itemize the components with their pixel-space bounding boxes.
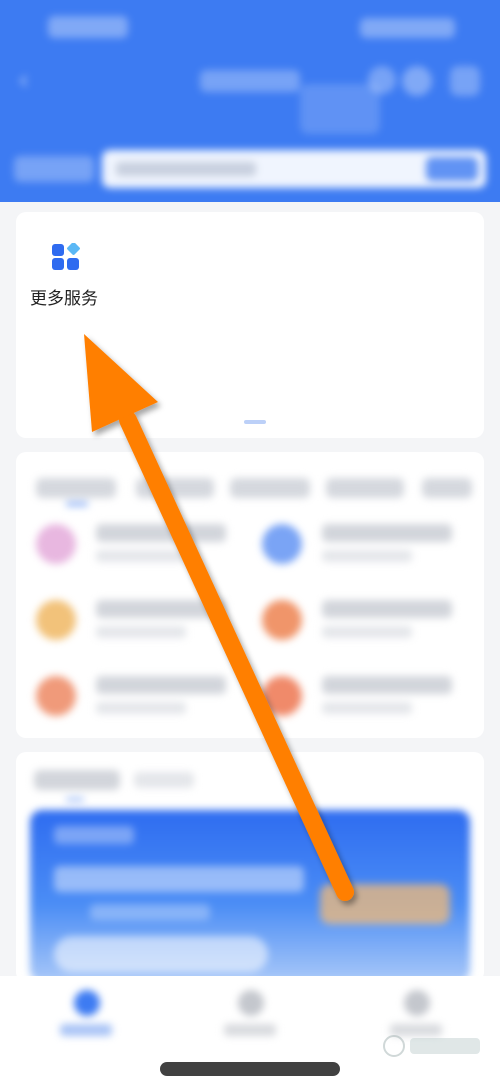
tab-home[interactable] [56,990,116,1046]
tab-1[interactable] [36,478,116,498]
section-underline [66,798,84,801]
search-input[interactable] [102,150,486,188]
news-card [16,752,484,982]
tab-3[interactable] [230,478,310,498]
service-item[interactable] [262,516,472,572]
tab-5[interactable] [422,478,472,498]
service-item[interactable] [262,592,472,648]
status-indicators [360,18,455,38]
tab-4[interactable] [326,478,404,498]
status-time [48,16,128,38]
section-subtitle[interactable] [134,772,194,788]
page-indicator [244,420,266,424]
page-title [200,70,300,92]
chevron-left-icon[interactable]: ‹ [18,66,46,94]
header-icon-3[interactable] [450,66,480,96]
services-card: 更多服务 [16,212,484,438]
service-item[interactable] [36,668,246,724]
tab-underline [66,502,88,506]
tab-middle[interactable] [220,990,280,1046]
service-item[interactable] [262,668,472,724]
search-placeholder [116,162,256,176]
search-button[interactable] [426,157,478,181]
app-header: ‹ [0,0,500,202]
more-services-label: 更多服务 [30,289,98,309]
tab-2[interactable] [136,478,214,498]
service-item[interactable] [36,592,246,648]
baidu-watermark-logo [383,1035,480,1057]
city-selector[interactable] [14,156,94,182]
service-list-card [16,452,484,738]
home-indicator [160,1062,340,1076]
grid-icon [52,243,80,270]
header-icon-1[interactable] [368,66,396,94]
section-title[interactable] [34,770,120,790]
service-item[interactable] [36,516,246,572]
header-icon-2[interactable] [402,66,432,96]
promo-banner[interactable] [30,810,470,982]
header-decoration [300,84,380,134]
